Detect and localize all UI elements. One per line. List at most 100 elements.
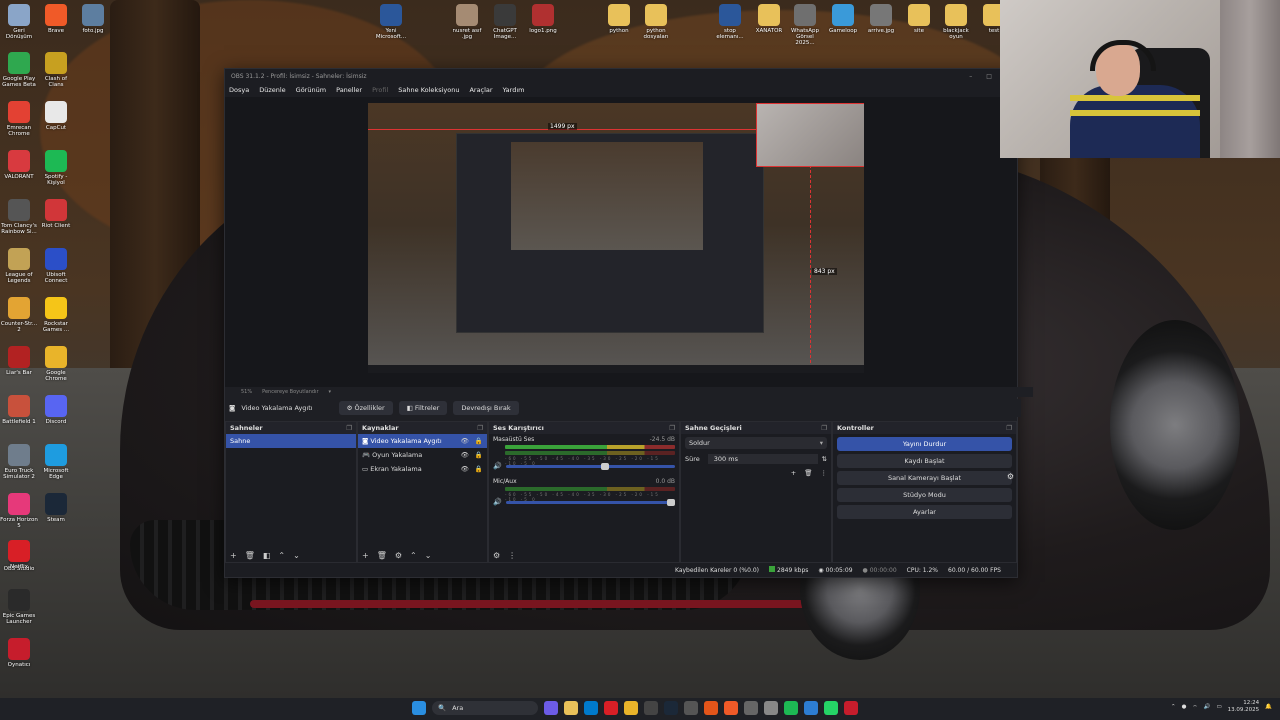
tray-app-icon[interactable]: ●: [1182, 704, 1187, 710]
menu-dosya[interactable]: Dosya: [229, 86, 249, 94]
app-icon[interactable]: [844, 701, 858, 715]
obs-icon[interactable]: [644, 701, 658, 715]
volume-slider[interactable]: [505, 498, 675, 506]
chevron-up-icon[interactable]: ⌃: [410, 551, 417, 560]
volume-knob[interactable]: [600, 462, 609, 470]
desktop-icon[interactable]: Ubisoft Connect: [37, 248, 75, 284]
steam-icon[interactable]: [664, 701, 678, 715]
volume-icon[interactable]: 🔊: [1204, 704, 1211, 710]
desktop-icon[interactable]: Brave: [37, 4, 75, 34]
add-icon[interactable]: +: [362, 551, 369, 560]
desktop-icon[interactable]: ChatGPT Image...: [486, 4, 524, 40]
desktop-icon[interactable]: Google Play Games Beta: [0, 52, 38, 88]
dock-float-icon[interactable]: ❐: [669, 424, 675, 432]
fit-window-select[interactable]: Pencereye Boyutlandır: [262, 389, 318, 395]
menu-profil[interactable]: Profil: [372, 86, 388, 94]
desktop-icon[interactable]: nusret asıf .jpg: [448, 4, 486, 40]
menu-araclar[interactable]: Araçlar: [469, 86, 492, 94]
speaker-icon[interactable]: 🔊: [493, 498, 502, 506]
menu-yardim[interactable]: Yardım: [503, 86, 525, 94]
more-icon[interactable]: ⋮: [821, 469, 828, 477]
netflix-icon[interactable]: [604, 701, 618, 715]
desktop-icon[interactable]: Emrecan Chrome: [0, 101, 38, 137]
menu-duzenle[interactable]: Düzenle: [259, 86, 285, 94]
desktop-icon[interactable]: Tom Clancy's Rainbow Si...: [0, 199, 38, 235]
desktop-icon[interactable]: blackjack oyun: [937, 4, 975, 40]
spotify-icon[interactable]: [784, 701, 798, 715]
volume-knob[interactable]: [667, 498, 675, 506]
desktop-icon[interactable]: Forza Horizon 5: [0, 493, 38, 529]
maximize-icon[interactable]: □: [986, 73, 992, 80]
duration-input[interactable]: 300 ms: [707, 454, 818, 464]
desktop-icon[interactable]: Euro Truck Simulator 2: [0, 444, 38, 480]
firefox-icon[interactable]: [704, 701, 718, 715]
eye-icon[interactable]: 👁: [461, 437, 469, 445]
desktop-icon[interactable]: Clash of Clans: [37, 52, 75, 88]
deactivate-button[interactable]: Devredışı Bırak: [453, 401, 519, 415]
app-icon[interactable]: [684, 701, 698, 715]
webcam-source-selected[interactable]: [756, 103, 864, 167]
trash-icon[interactable]: 🗑: [804, 469, 812, 477]
desktop-icon[interactable]: Riot Client: [37, 199, 75, 229]
chevron-down-icon[interactable]: ⌄: [293, 551, 300, 560]
source-item-game-capture[interactable]: 🎮 Oyun Yakalama 👁 🔒: [358, 448, 487, 462]
chevron-up-icon[interactable]: ⌃: [278, 551, 285, 560]
desktop-icon[interactable]: WhatsApp Görsel 2025...: [786, 4, 824, 46]
desktop-icon[interactable]: CapCut: [37, 101, 75, 131]
clock[interactable]: 12:24 13.09.2025: [1228, 700, 1260, 714]
obs-titlebar[interactable]: OBS 31.1.2 - Profil: İsimsiz - Sahneler:…: [225, 69, 1017, 83]
trash-icon[interactable]: 🗑: [377, 551, 387, 560]
brave-icon[interactable]: [724, 701, 738, 715]
filters-button[interactable]: ◧ Filtreler: [398, 401, 448, 415]
desktop-icon[interactable]: Epic Games Launcher: [0, 589, 38, 625]
filter-icon[interactable]: ◧: [263, 551, 271, 560]
desktop-icon[interactable]: stop elemanı...: [711, 4, 749, 40]
chevron-down-icon[interactable]: ▾: [329, 389, 332, 395]
gear-icon[interactable]: ⚙: [1007, 472, 1014, 481]
chrome-icon[interactable]: [624, 701, 638, 715]
speaker-icon[interactable]: 🔊: [493, 462, 502, 470]
gear-icon[interactable]: ⚙: [493, 551, 500, 560]
menu-sahne-koleksiyonu[interactable]: Sahne Koleksiyonu: [398, 86, 459, 94]
desktop-icon[interactable]: site: [900, 4, 938, 34]
desktop-icon[interactable]: foto.jpg: [74, 4, 112, 34]
trash-icon[interactable]: 🗑: [245, 551, 255, 560]
whatsapp-icon[interactable]: [824, 701, 838, 715]
settings-button[interactable]: Ayarlar: [837, 505, 1012, 519]
studio-mode-button[interactable]: Stüdyo Modu: [837, 488, 1012, 502]
obs-preview[interactable]: 1499 px 843 px: [225, 97, 1017, 387]
settings-icon[interactable]: [764, 701, 778, 715]
desktop-icon[interactable]: python dosyaları: [637, 4, 675, 40]
preview-canvas[interactable]: 1499 px 843 px: [368, 103, 864, 373]
battery-icon[interactable]: ▭: [1216, 704, 1221, 710]
lock-icon[interactable]: 🔒: [475, 451, 483, 459]
start-virtual-camera-button[interactable]: Sanal Kamerayı Başlat ⚙: [837, 471, 1014, 485]
desktop-icon[interactable]: logo1.png: [524, 4, 562, 34]
minimize-icon[interactable]: –: [969, 73, 972, 80]
more-icon[interactable]: ⋮: [508, 551, 516, 560]
lock-icon[interactable]: 🔒: [475, 437, 483, 445]
desktop-icon[interactable]: Liar's Bar: [0, 346, 38, 376]
taskbar-search[interactable]: 🔍 Ara: [432, 701, 538, 715]
desktop-icon[interactable]: Gameloop: [824, 4, 862, 34]
desktop-icon[interactable]: arrive.jpg: [862, 4, 900, 34]
desktop-icon[interactable]: Discord: [37, 395, 75, 425]
network-icon[interactable]: ⌔: [1192, 704, 1197, 711]
menu-paneller[interactable]: Paneller: [336, 86, 362, 94]
start-recording-button[interactable]: Kaydı Başlat: [837, 454, 1012, 468]
dock-float-icon[interactable]: ❐: [1006, 424, 1012, 432]
gear-icon[interactable]: ⚙: [395, 551, 402, 560]
eye-icon[interactable]: 👁: [461, 451, 469, 459]
desktop-icon[interactable]: Google Chrome: [37, 346, 75, 382]
chevron-down-icon[interactable]: ⌄: [425, 551, 432, 560]
app-icon[interactable]: [744, 701, 758, 715]
desktop-icon[interactable]: Yeni Microsoft...: [372, 4, 410, 40]
chevron-up-icon[interactable]: ⌃: [1171, 704, 1176, 710]
eye-icon[interactable]: 👁: [461, 465, 469, 473]
dock-float-icon[interactable]: ❐: [346, 424, 352, 432]
copilot-icon[interactable]: [544, 701, 558, 715]
desktop-icon[interactable]: Counter-Str... 2: [0, 297, 38, 333]
lock-icon[interactable]: 🔒: [475, 465, 483, 473]
stop-streaming-button[interactable]: Yayını Durdur: [837, 437, 1012, 451]
desktop-icon[interactable]: python: [600, 4, 638, 34]
